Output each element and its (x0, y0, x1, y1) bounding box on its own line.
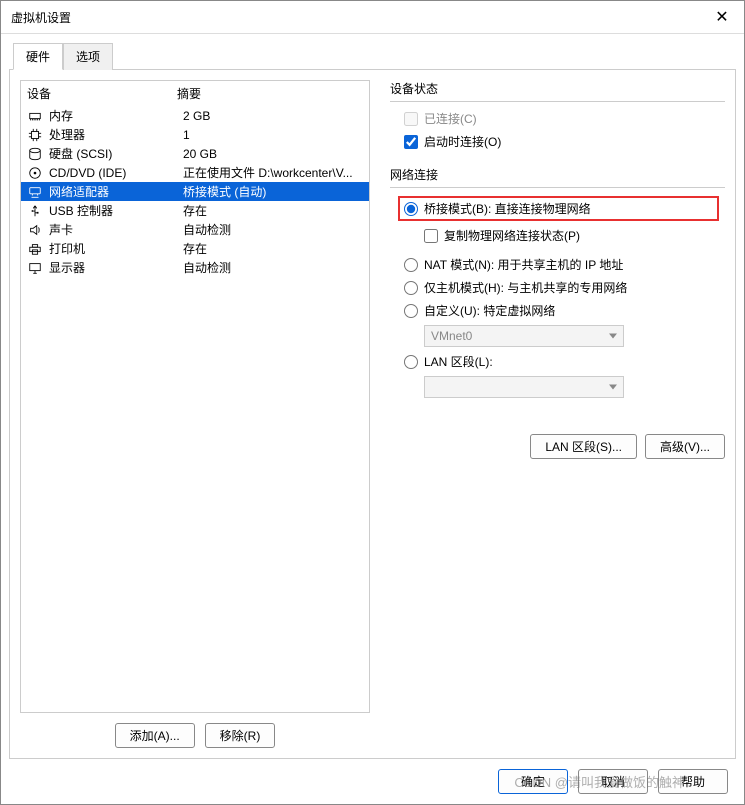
remove-button[interactable]: 移除(R) (205, 723, 276, 748)
bridged-radio[interactable] (404, 202, 418, 216)
memory-icon (27, 109, 43, 123)
hostonly-radio[interactable] (404, 281, 418, 295)
device-row[interactable]: 硬盘 (SCSI) 20 GB (21, 144, 369, 163)
tab-panel-hardware: 设备 摘要 内存 2 GB 处理器 1 硬盘 (SCSI) 20 GB CD/DVD (ID… (9, 69, 736, 759)
device-name: CD/DVD (IDE) (49, 166, 177, 180)
cancel-button[interactable]: 取消 (578, 769, 648, 794)
lansegment-radio-row[interactable]: LAN 区段(L): (404, 353, 721, 370)
custom-select-value: VMnet0 (431, 329, 472, 343)
header-device: 设备 (27, 85, 177, 102)
device-row[interactable]: 声卡自动检测 (21, 220, 369, 239)
poweron-label: 启动时连接(O) (424, 133, 501, 150)
device-name: 打印机 (49, 240, 177, 257)
sound-icon (27, 223, 43, 237)
replicate-checkbox-row[interactable]: 复制物理网络连接状态(P) (424, 227, 721, 244)
advanced-button[interactable]: 高级(V)... (645, 434, 725, 459)
connected-label: 已连接(C) (424, 110, 477, 127)
device-buttons: 添加(A)... 移除(R) (20, 723, 370, 748)
bridged-label: 桥接模式(B): 直接连接物理网络 (424, 200, 591, 217)
device-summary: 自动检测 (183, 259, 363, 276)
device-name: 处理器 (49, 126, 177, 143)
display-icon (27, 261, 43, 275)
replicate-label: 复制物理网络连接状态(P) (444, 227, 580, 244)
custom-label: 自定义(U): 特定虚拟网络 (424, 302, 555, 319)
hostonly-label: 仅主机模式(H): 与主机共享的专用网络 (424, 279, 627, 296)
device-summary: 2 GB (183, 109, 363, 123)
device-row[interactable]: 打印机存在 (21, 239, 369, 258)
device-list: 设备 摘要 内存 2 GB 处理器 1 硬盘 (SCSI) 20 GB CD/DVD (ID… (20, 80, 370, 713)
device-summary: 存在 (183, 240, 363, 257)
help-button[interactable]: 帮助 (658, 769, 728, 794)
device-name: USB 控制器 (49, 202, 177, 219)
device-name: 硬盘 (SCSI) (49, 145, 177, 162)
device-row[interactable]: USB 控制器存在 (21, 201, 369, 220)
lansegment-select (424, 376, 624, 398)
left-pane: 设备 摘要 内存 2 GB 处理器 1 硬盘 (SCSI) 20 GB CD/DVD (ID… (20, 80, 370, 748)
device-name: 网络适配器 (49, 183, 177, 200)
nat-radio-row[interactable]: NAT 模式(N): 用于共享主机的 IP 地址 (404, 256, 721, 273)
connected-checkbox-row: 已连接(C) (404, 110, 721, 127)
custom-radio-row[interactable]: 自定义(U): 特定虚拟网络 (404, 302, 721, 319)
device-name: 声卡 (49, 221, 177, 238)
nat-radio[interactable] (404, 258, 418, 272)
device-summary: 1 (183, 128, 363, 142)
tab-hardware[interactable]: 硬件 (13, 43, 63, 70)
lan-segments-button[interactable]: LAN 区段(S)... (530, 434, 637, 459)
device-summary: 自动检测 (183, 221, 363, 238)
header-summary: 摘要 (177, 85, 201, 102)
device-summary: 正在使用文件 D:\workcenter\V... (183, 164, 363, 181)
lan-button-row: LAN 区段(S)... 高级(V)... (390, 434, 725, 459)
network-icon (27, 185, 43, 199)
poweron-checkbox[interactable] (404, 135, 418, 149)
bridged-radio-row[interactable]: 桥接模式(B): 直接连接物理网络 (404, 200, 713, 217)
hostonly-radio-row[interactable]: 仅主机模式(H): 与主机共享的专用网络 (404, 279, 721, 296)
replicate-checkbox[interactable] (424, 229, 438, 243)
custom-select: VMnet0 (424, 325, 624, 347)
printer-icon (27, 242, 43, 256)
device-status-title: 设备状态 (390, 80, 725, 97)
nat-label: NAT 模式(N): 用于共享主机的 IP 地址 (424, 256, 623, 273)
window-title: 虚拟机设置 (11, 9, 71, 26)
vm-settings-window: 虚拟机设置 ✕ 硬件 选项 设备 摘要 内存 2 GB 处理器 1 硬盘 (SCSI) 2… (0, 0, 745, 805)
device-row[interactable]: 网络适配器桥接模式 (自动) (21, 182, 369, 201)
group-network: 网络连接 桥接模式(B): 直接连接物理网络 复制物理网络连接状态(P) (390, 166, 725, 402)
cpu-icon (27, 128, 43, 142)
device-row[interactable]: 处理器 1 (21, 125, 369, 144)
right-pane: 设备状态 已连接(C) 启动时连接(O) 网络连接 (390, 80, 725, 748)
custom-radio[interactable] (404, 304, 418, 318)
device-row[interactable]: CD/DVD (IDE) 正在使用文件 D:\workcenter\V... (21, 163, 369, 182)
disk-icon (27, 147, 43, 161)
bridged-highlight: 桥接模式(B): 直接连接物理网络 (398, 196, 719, 221)
device-row[interactable]: 内存 2 GB (21, 106, 369, 125)
close-icon[interactable]: ✕ (710, 7, 734, 27)
device-rows: 内存 2 GB 处理器 1 硬盘 (SCSI) 20 GB CD/DVD (IDE) 正在使用… (21, 106, 369, 277)
network-title: 网络连接 (390, 166, 725, 183)
poweron-checkbox-row[interactable]: 启动时连接(O) (404, 133, 721, 150)
connected-checkbox (404, 112, 418, 126)
lansegment-radio[interactable] (404, 355, 418, 369)
add-button[interactable]: 添加(A)... (115, 723, 195, 748)
device-summary: 存在 (183, 202, 363, 219)
ok-button[interactable]: 确定 (498, 769, 568, 794)
device-summary: 20 GB (183, 147, 363, 161)
lansegment-label: LAN 区段(L): (424, 353, 493, 370)
tab-options[interactable]: 选项 (63, 43, 113, 70)
device-row[interactable]: 显示器自动检测 (21, 258, 369, 277)
device-name: 显示器 (49, 259, 177, 276)
usb-icon (27, 204, 43, 218)
cd-icon (27, 166, 43, 180)
titlebar: 虚拟机设置 ✕ (1, 1, 744, 34)
content-area: 硬件 选项 设备 摘要 内存 2 GB 处理器 1 硬盘 (SCSI) 20 GB CD/D… (1, 34, 744, 759)
device-name: 内存 (49, 107, 177, 124)
dialog-footer: 确定 取消 帮助 (1, 759, 744, 804)
device-list-header: 设备 摘要 (21, 81, 369, 106)
device-summary: 桥接模式 (自动) (183, 183, 363, 200)
group-device-status: 设备状态 已连接(C) 启动时连接(O) (390, 80, 725, 154)
tab-strip: 硬件 选项 (13, 42, 736, 69)
